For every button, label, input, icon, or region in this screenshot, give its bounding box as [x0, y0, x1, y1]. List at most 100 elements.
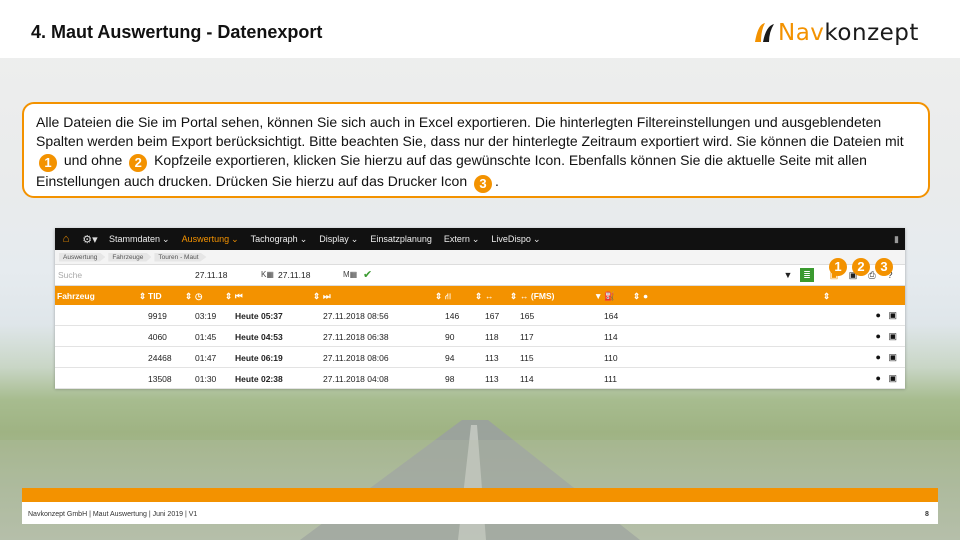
info-text: . [495, 173, 499, 189]
truck-icon[interactable]: ▣ [888, 310, 897, 320]
end-cell: 27.11.2018 08:56 [323, 311, 389, 321]
chevron-down-icon: ⌄ [532, 233, 541, 244]
toll-km-cell: 98 [445, 374, 455, 384]
column-header-fahrzeug[interactable]: Fahrzeug [57, 291, 95, 301]
footer-accent-bar [22, 488, 938, 502]
tid-cell: 4060 [148, 332, 167, 342]
gear-icon[interactable]: ⚙▾ [77, 233, 103, 246]
table-row[interactable]: 4060 01:45 Heute 04:53 27.11.2018 06:38 … [55, 326, 905, 347]
apply-check-icon[interactable]: ✔ [363, 268, 372, 281]
distance-icon[interactable]: ↔ [485, 291, 494, 301]
filter-bar: Suche 27.11.18 K▦ 27.11.18 M▦ ✔ ▼ ≣ ▣ ▣ … [55, 265, 905, 286]
sort-icon[interactable]: ⇕ [313, 291, 320, 302]
person-icon[interactable]: ● [876, 373, 881, 383]
fms-cell: 165 [520, 311, 535, 321]
top-navigation: ⌂ ⚙▾ Stammdaten ⌄ Auswertung ⌄ Tachograph ⌄… [55, 228, 905, 250]
sort-icon[interactable]: ⇕ [435, 291, 442, 302]
home-icon[interactable]: ⌂ [55, 233, 77, 245]
table-row[interactable]: 13508 01:30 Heute 02:38 27.11.2018 04:08… [55, 368, 905, 389]
row-actions: ● ▣ [876, 331, 897, 342]
end-icon[interactable]: ⏭ [323, 291, 331, 302]
chevron-down-icon: ⌄ [299, 233, 308, 244]
breadcrumb-item[interactable]: Auswertung [59, 252, 106, 262]
row-actions: ● ▣ [876, 310, 897, 321]
nav-einsatzplanung[interactable]: Einsatzplanung [364, 234, 438, 244]
date-from-input[interactable]: 27.11.18 [195, 270, 227, 280]
value-cell: 114 [604, 332, 618, 342]
number-badge-3: 3 [875, 258, 893, 276]
date-to-input[interactable]: 27.11.18 [278, 270, 310, 280]
column-header-tid[interactable]: TID [148, 291, 162, 301]
fms-cell: 117 [520, 332, 534, 342]
sort-icon[interactable]: ⇕ [225, 291, 232, 302]
value-cell: 110 [604, 353, 618, 363]
nav-display[interactable]: Display ⌄ [313, 234, 364, 245]
table-row[interactable]: 9919 03:19 Heute 05:37 27.11.2018 08:56 … [55, 305, 905, 326]
start-cell: Heute 06:19 [235, 353, 283, 363]
fuel-icon[interactable]: ⛽ [604, 291, 615, 302]
duration-cell: 01:30 [195, 374, 217, 384]
toll-km-cell: 94 [445, 353, 455, 363]
fms-cell: 114 [520, 374, 534, 384]
sort-icon[interactable]: ⇕ [139, 291, 146, 302]
nav-extern[interactable]: Extern ⌄ [438, 234, 486, 245]
start-icon[interactable]: ⏮ [235, 291, 243, 302]
person-icon[interactable]: ● [876, 352, 881, 362]
row-actions: ● ▣ [876, 373, 897, 384]
sort-icon[interactable]: ⇕ [633, 291, 640, 302]
end-cell: 27.11.2018 06:38 [323, 332, 389, 342]
chevron-down-icon: ⌄ [231, 233, 239, 244]
nav-auswertung[interactable]: Auswertung ⌄ [176, 234, 245, 245]
number-badge-2: 2 [129, 154, 148, 172]
table-row[interactable]: 24468 01:47 Heute 06:19 27.11.2018 08:06… [55, 347, 905, 368]
number-badge-1: 1 [39, 154, 57, 172]
row-actions: ● ▣ [876, 352, 897, 363]
chevron-down-icon: ⌄ [471, 233, 480, 244]
nav-stammdaten[interactable]: Stammdaten ⌄ [103, 234, 176, 245]
info-text: und ohne [63, 152, 123, 168]
list-view-icon[interactable]: ≣ [800, 268, 814, 282]
tid-cell: 9919 [148, 311, 167, 321]
person-icon[interactable]: ● [876, 331, 881, 341]
number-badge-2: 2 [852, 258, 870, 276]
tid-cell: 13508 [148, 374, 172, 384]
tid-cell: 24468 [148, 353, 172, 363]
page-number: 8 [925, 511, 929, 518]
truck-icon[interactable]: ▣ [888, 331, 897, 341]
sort-icon[interactable]: ⇕ [185, 291, 192, 302]
truck-icon[interactable]: ▣ [888, 352, 897, 362]
toll-km-cell: 90 [445, 332, 455, 342]
sort-icon[interactable]: ⇕ [475, 291, 482, 302]
toll-km-cell: 146 [445, 311, 460, 321]
info-text: Kopfzeile exportieren, klicken Sie hierz… [36, 152, 867, 189]
road-icon[interactable]: ⛙ [445, 291, 451, 303]
sort-icon[interactable]: ⇕ [510, 291, 517, 302]
calendar-icon[interactable]: M▦ [343, 270, 357, 279]
clock-icon[interactable]: ◷ [195, 291, 202, 302]
nav-tachograph[interactable]: Tachograph ⌄ [245, 234, 314, 245]
nav-livedispo[interactable]: LiveDispo ⌄ [485, 234, 546, 245]
calendar-icon[interactable]: K▦ [261, 270, 274, 279]
breadcrumb-item[interactable]: Touren - Maut [154, 252, 207, 262]
sort-icon[interactable]: ⇕ [823, 291, 830, 302]
person-icon[interactable]: ● [876, 310, 881, 320]
breadcrumb-item[interactable]: Fahrzeuge [108, 252, 152, 262]
truck-icon[interactable]: ▣ [888, 373, 897, 383]
slide-header: 4. Maut Auswertung - Datenexport Navkonz… [0, 0, 960, 58]
duration-cell: 01:47 [195, 353, 217, 363]
app-screenshot: ⌂ ⚙▾ Stammdaten ⌄ Auswertung ⌄ Tachograph ⌄… [55, 228, 905, 389]
start-cell: Heute 02:38 [235, 374, 283, 384]
fms-cell: 115 [520, 353, 534, 363]
filter-icon[interactable]: ▼ [781, 268, 795, 282]
sort-desc-icon[interactable]: ▼ [594, 291, 602, 301]
window-icon[interactable]: ▮ [894, 234, 905, 245]
search-input[interactable]: Suche [58, 270, 82, 280]
number-badge-1: 1 [829, 258, 847, 276]
distance-cell: 118 [485, 332, 499, 342]
column-header-fms[interactable]: ↔ (FMS) [520, 291, 554, 301]
driver-icon[interactable]: ● [643, 291, 648, 301]
table-header: Fahrzeug ⇕ TID ⇕ ◷ ⇕ ⏮ ⇕ ⏭ ⇕ ⛙ ⇕ ↔ ⇕ ↔ (… [55, 286, 905, 305]
number-badge-3: 3 [474, 175, 493, 193]
distance-cell: 113 [485, 353, 499, 363]
info-box: Alle Dateien die Sie im Portal sehen, kö… [22, 102, 930, 198]
